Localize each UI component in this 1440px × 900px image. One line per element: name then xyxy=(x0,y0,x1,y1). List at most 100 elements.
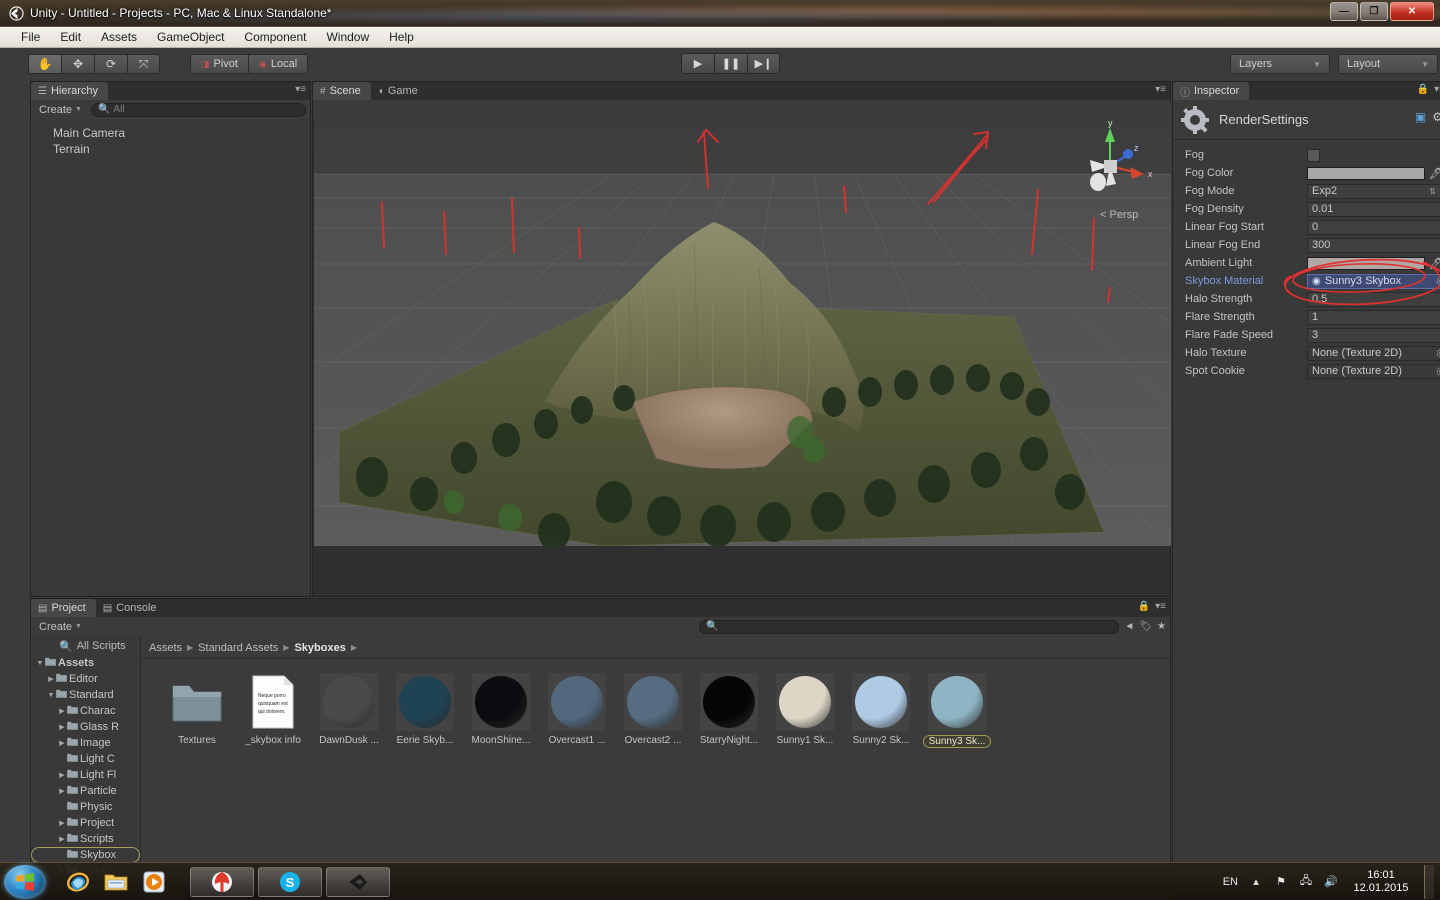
asset-item[interactable]: Sunny3 Sk... xyxy=(919,673,995,748)
project-create-button[interactable]: Create ▼ xyxy=(35,621,86,633)
taskbar-clock[interactable]: 16:01 12.01.2015 xyxy=(1349,869,1413,895)
menu-file[interactable]: File xyxy=(12,28,49,46)
object-field[interactable]: ◉Sunny3 Skybox xyxy=(1307,274,1440,289)
move-tool-icon[interactable]: ✥ xyxy=(61,54,94,74)
asset-item[interactable]: Eerie Skyb... xyxy=(387,673,463,748)
chevron-down-icon[interactable]: ▼ xyxy=(46,692,56,699)
updown-icon[interactable]: ⇅ xyxy=(1429,187,1436,196)
asset-item[interactable]: StarryNight... xyxy=(691,673,767,748)
flag-icon[interactable]: ⚑ xyxy=(1274,875,1288,889)
project-tree-search[interactable]: 🔍 All Scripts xyxy=(31,637,140,655)
close-button[interactable]: ✕ xyxy=(1390,2,1434,21)
breadcrumb-assets[interactable]: Assets xyxy=(149,642,182,654)
hierarchy-search-input[interactable]: 🔍 All xyxy=(91,103,306,117)
object-field[interactable]: None (Texture 2D) xyxy=(1307,364,1440,379)
chevron-right-icon[interactable]: ▶ xyxy=(46,675,56,683)
project-tree-item-scripts[interactable]: ▶Scripts xyxy=(31,831,140,847)
project-tree-item-editor[interactable]: ▶Editor xyxy=(31,671,140,687)
project-tree-item-glass-r[interactable]: ▶Glass R xyxy=(31,719,140,735)
chevron-right-icon[interactable]: ▶ xyxy=(57,707,67,715)
color-swatch[interactable] xyxy=(1307,167,1425,180)
project-tree-item-physic[interactable]: Physic xyxy=(31,799,140,815)
tab-project[interactable]: ▤ Project xyxy=(31,599,96,617)
pause-button[interactable]: ❚❚ xyxy=(714,53,747,74)
value-field[interactable]: 3 xyxy=(1307,328,1440,343)
project-search-input[interactable]: 🔍 xyxy=(699,620,1119,634)
project-tree-item-project[interactable]: ▶Project xyxy=(31,815,140,831)
project-tree-item-skybox[interactable]: Skybox xyxy=(31,847,140,863)
object-field[interactable]: None (Texture 2D) xyxy=(1307,346,1440,361)
scene-tab-menu[interactable]: ▾≡ xyxy=(1155,84,1166,95)
asset-item[interactable]: Overcast2 ... xyxy=(615,673,691,748)
object-picker-icon[interactable]: ◎ xyxy=(1436,348,1440,359)
asset-item[interactable]: Sunny2 Sk... xyxy=(843,673,919,748)
filter-type-icon[interactable]: ◄ xyxy=(1124,621,1134,632)
hierarchy-create-button[interactable]: Create ▼ xyxy=(35,104,86,116)
lock-icon[interactable]: 🔒 xyxy=(1417,84,1429,95)
asset-item[interactable]: DawnDusk ... xyxy=(311,673,387,748)
project-tab-menu[interactable]: 🔒 ▾≡ xyxy=(1138,601,1166,612)
hierarchy-item-terrain[interactable]: Terrain xyxy=(53,141,310,157)
menu-help[interactable]: Help xyxy=(380,28,423,46)
minimize-button[interactable]: — xyxy=(1330,2,1358,21)
favorites-icon[interactable]: ★ xyxy=(1157,621,1166,632)
project-tree-item-assets[interactable]: ▼Assets xyxy=(31,655,140,671)
chevron-right-icon[interactable]: ▶ xyxy=(57,771,67,779)
layout-dropdown[interactable]: Layout ▼ xyxy=(1338,54,1438,74)
network-icon[interactable]: 🖧 xyxy=(1299,875,1313,889)
tray-language[interactable]: EN xyxy=(1223,876,1238,888)
project-tree-item-particle[interactable]: ▶Particle xyxy=(31,783,140,799)
volume-icon[interactable]: 🔊 xyxy=(1324,875,1338,889)
hamburger-icon[interactable]: ▾≡ xyxy=(1155,601,1166,612)
gear-icon[interactable]: ⚙ xyxy=(1432,110,1440,124)
value-field[interactable]: 0 xyxy=(1307,220,1440,235)
help-icon[interactable]: ▣ xyxy=(1415,110,1426,124)
project-tree-item-image[interactable]: ▶Image xyxy=(31,735,140,751)
object-picker-icon[interactable]: ◎ xyxy=(1436,366,1440,377)
inspector-tab-menu[interactable]: 🔒 ▾≡ xyxy=(1417,84,1440,95)
rotate-tool-icon[interactable]: ⟳ xyxy=(94,54,127,74)
chevron-down-icon[interactable]: ▼ xyxy=(35,660,45,667)
filter-label-icon[interactable]: 🏷 xyxy=(1139,621,1152,632)
hand-tool-icon[interactable]: ✋ xyxy=(28,54,61,74)
lock-icon[interactable]: 🔒 xyxy=(1138,601,1150,612)
unity-icon[interactable] xyxy=(326,867,390,897)
chevron-right-icon[interactable]: ▶ xyxy=(57,739,67,747)
maximize-button[interactable]: ❐ xyxy=(1360,2,1388,21)
menu-component[interactable]: Component xyxy=(235,28,315,46)
asset-item[interactable]: MoonShine... xyxy=(463,673,539,748)
scale-tool-icon[interactable]: ⤧ xyxy=(127,54,160,74)
skype-icon[interactable]: S xyxy=(258,867,322,897)
chevron-up-icon[interactable]: ▴ xyxy=(1249,875,1263,889)
asset-item[interactable]: Neque porroquisquam estqui dolorem._skyb… xyxy=(235,673,311,748)
eyedropper-icon[interactable]: 🖊 xyxy=(1429,257,1440,270)
chevron-right-icon[interactable]: ▶ xyxy=(57,835,67,843)
play-button[interactable]: ▶ xyxy=(681,53,714,74)
scene-viewport[interactable]: y x z < Persp xyxy=(314,102,1171,546)
window-titlebar[interactable]: Unity - Untitled - Projects - PC, Mac & … xyxy=(0,0,1440,27)
chevron-right-icon[interactable]: ▶ xyxy=(57,819,67,827)
project-tree-item-standard[interactable]: ▼Standard xyxy=(31,687,140,703)
chevron-right-icon[interactable]: ▶ xyxy=(57,723,67,731)
menu-window[interactable]: Window xyxy=(317,28,378,46)
tab-scene[interactable]: # Scene xyxy=(313,82,371,100)
eyedropper-icon[interactable]: 🖊 xyxy=(1429,167,1440,180)
project-tree-item-light-fl[interactable]: ▶Light Fl xyxy=(31,767,140,783)
asset-item[interactable]: Textures xyxy=(159,673,235,748)
project-tree-item-charac[interactable]: ▶Charac xyxy=(31,703,140,719)
windows-start-icon[interactable] xyxy=(4,865,46,899)
project-tree-item-light-c[interactable]: Light C xyxy=(31,751,140,767)
menu-edit[interactable]: Edit xyxy=(51,28,90,46)
value-field[interactable]: 300 xyxy=(1307,238,1440,253)
step-button[interactable]: ▶❙ xyxy=(747,53,780,74)
menu-gameobject[interactable]: GameObject xyxy=(148,28,233,46)
object-picker-icon[interactable]: ◎ xyxy=(1436,276,1440,287)
pivot-toggle[interactable]: ◨ Pivot xyxy=(190,54,249,74)
chevron-right-icon[interactable]: ▶ xyxy=(57,787,67,795)
asset-item[interactable]: Sunny1 Sk... xyxy=(767,673,843,748)
value-field[interactable]: 1 xyxy=(1307,310,1440,325)
tab-inspector[interactable]: ⓘ Inspector xyxy=(1173,82,1249,100)
hierarchy-item-main-camera[interactable]: Main Camera xyxy=(53,125,310,141)
tab-game[interactable]: ◖ Game xyxy=(371,82,428,100)
layers-dropdown[interactable]: Layers ▼ xyxy=(1230,54,1330,74)
